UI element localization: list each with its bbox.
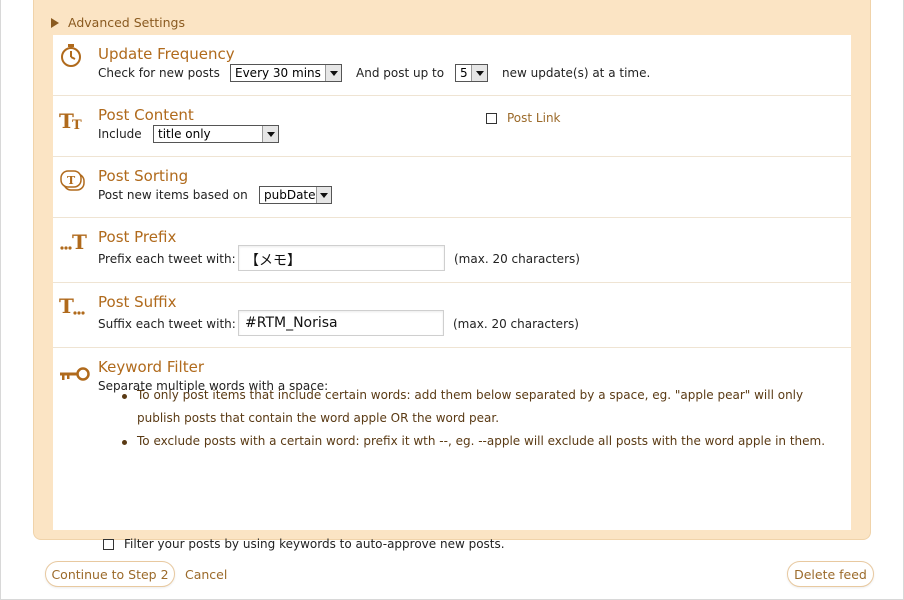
svg-text:T: T [67,174,76,187]
updates-at-a-time-label: new update(s) at a time. [502,66,651,80]
include-select[interactable]: title only [153,125,279,143]
post-prefix-section: T Post Prefix Prefix each tweet with: 【メ… [53,218,851,283]
post-content-section: T T Post Content Include title only Post… [53,96,851,157]
sort-text-icon: T [60,170,85,191]
post-count-select[interactable]: 5 [455,64,488,82]
prefix-icon: T [60,230,87,252]
chevron-down-icon [325,65,341,81]
post-sorting-section: T Post Sorting Post new items based on p… [53,157,851,218]
clock-icon [61,44,81,67]
chevron-down-icon [471,65,487,81]
chevron-down-icon [315,187,331,203]
keyword-filter-checkbox[interactable] [103,539,114,550]
include-value: title only [158,127,211,141]
triangle-right-icon [51,17,59,28]
keyword-filter-checkbox-label: Filter your posts by using keywords to a… [124,537,505,551]
post-suffix-section: T Post Suffix Suffix each tweet with: #R… [53,283,851,348]
suffix-label: Suffix each tweet with: [98,317,236,331]
cancel-link[interactable]: Cancel [185,567,227,582]
update-interval-select[interactable]: Every 30 mins [230,64,342,82]
suffix-icon: T [59,295,85,317]
chevron-down-icon [262,126,278,142]
include-label: Include [98,127,142,141]
post-sorting-select[interactable]: pubDate [259,186,332,204]
update-interval-value: Every 30 mins [235,66,321,80]
svg-text:T: T [72,118,82,132]
post-sorting-label: Post new items based on [98,188,248,202]
update-frequency-title: Update Frequency [98,45,235,63]
post-count-value: 5 [460,66,468,80]
continue-button[interactable]: Continue to Step 2 [45,561,175,587]
update-frequency-section: Update Frequency Check for new posts Eve… [53,35,851,96]
key-icon [60,367,90,381]
list-item: To exclude posts with a certain word: pr… [119,430,829,453]
post-suffix-title: Post Suffix [98,293,177,311]
text-format-icon: T T [59,110,82,132]
settings-content: Update Frequency Check for new posts Eve… [53,35,851,551]
post-link-label: Post Link [507,111,561,125]
svg-text:T: T [72,230,87,252]
list-item: To only post items that include certain … [119,384,829,430]
post-link-checkbox[interactable] [486,113,497,124]
advanced-settings-label: Advanced Settings [68,15,185,30]
keyword-filter-instructions: To only post items that include certain … [119,384,829,453]
check-new-posts-label: Check for new posts [98,66,220,80]
keyword-filter-title: Keyword Filter [98,358,204,376]
prefix-hint: (max. 20 characters) [454,252,580,266]
svg-text:T: T [59,295,74,317]
advanced-settings-toggle[interactable]: Advanced Settings [51,15,185,30]
suffix-hint: (max. 20 characters) [453,317,579,331]
post-up-to-label: And post up to [356,66,445,80]
post-content-title: Post Content [98,106,194,124]
prefix-input[interactable]: 【メモ】 [238,245,445,271]
suffix-input[interactable]: #RTM_Norisa [238,310,444,336]
post-sorting-value: pubDate [264,188,316,202]
post-prefix-title: Post Prefix [98,228,177,246]
post-sorting-title: Post Sorting [98,167,189,185]
delete-feed-button[interactable]: Delete feed [787,561,874,587]
prefix-label: Prefix each tweet with: [98,252,236,266]
